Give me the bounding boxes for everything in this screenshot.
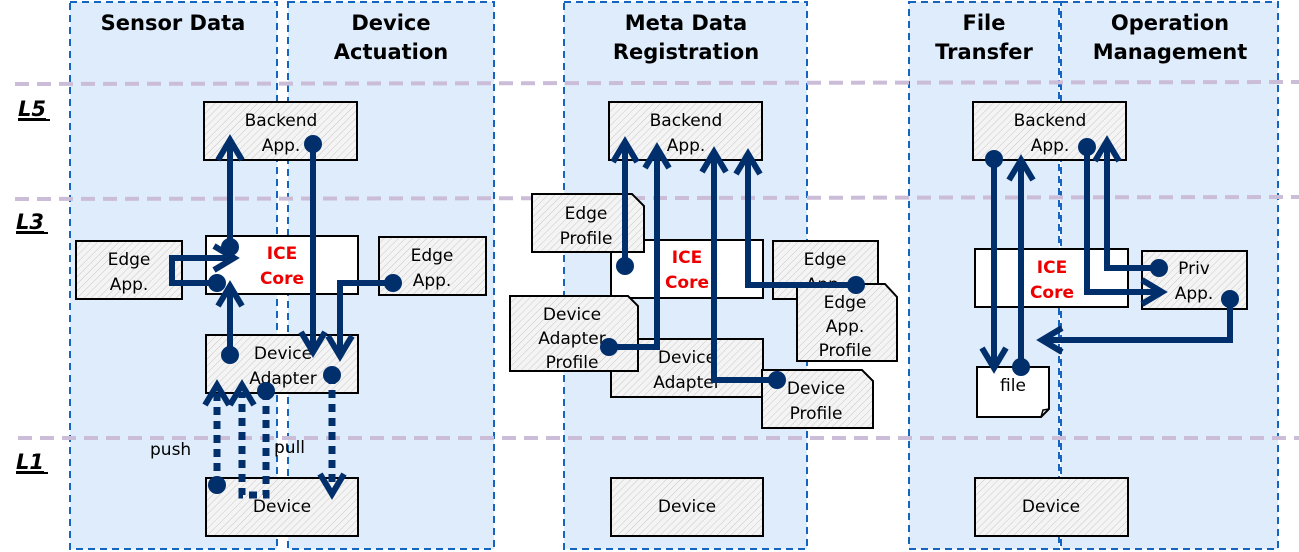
flow-dot [600,338,618,356]
pull-label: pull [274,438,305,458]
backend-app-label-2: App. [262,136,301,156]
layer-label-l1: L1 [16,450,44,474]
ice-core-label-1: ICE [672,248,702,268]
backend-app-label-2: App. [1031,136,1070,156]
device-adapter-label-2: Adapter [653,373,720,393]
backend-app-label-1: Backend [245,111,318,131]
layer-labels: L5 L3 L1 [16,97,50,474]
edge-app-profile-label-3: Profile [819,341,872,361]
device-adapter-profile-doc[interactable]: Device Adapter Profile [509,295,639,373]
column-title-meta-data-1: Meta Data [625,11,747,35]
backend-app-label-1: Backend [1014,111,1087,131]
architecture-diagram: Sensor Data Device Actuation Meta Data R… [14,1,1299,550]
flow-dot [768,371,786,389]
flow-dot [221,346,239,364]
device-adapter-profile-label-2: Adapter [538,329,605,349]
priv-app-label-2: App. [1175,284,1214,304]
flow-dot [1078,138,1096,156]
backend-app-label-1: Backend [650,111,723,131]
ice-core-label-2: Core [260,269,304,289]
edge-profile-label-2: Profile [560,229,613,249]
column-title-operation-1: Operation [1111,11,1229,35]
column-title-sensor-data: Sensor Data [101,11,246,35]
column-title-file-transfer-2: Transfer [935,40,1033,64]
edge-app-profile-label-2: App. [826,317,865,337]
backend-app-box-1[interactable]: Backend App. [203,101,358,161]
column-title-meta-data-2: Registration [613,40,759,64]
edge-profile-label-1: Edge [565,204,608,224]
edge-app-box-sensor[interactable]: Edge App. [75,240,183,300]
flow-dot [985,150,1003,168]
column-title-operation-2: Management [1093,40,1248,64]
ice-core-label-1: ICE [1037,258,1067,278]
ice-core-label-1: ICE [267,244,297,264]
layer-label-l5: L5 [18,97,46,121]
file-label: file [1000,376,1026,396]
edge-app-label-1: Edge [411,246,454,266]
device-profile-label-1: Device [787,379,845,399]
edge-app-label-2: App. [413,271,452,291]
edge-app-label-2: App. [110,275,149,295]
device-box-3[interactable]: Device [974,477,1129,537]
flow-dot [616,257,634,275]
flow-dot [1150,259,1168,277]
device-label: Device [1022,497,1080,517]
edge-app-label-1: Edge [108,250,151,270]
flow-dot [1012,358,1030,376]
push-label: push [150,440,191,460]
layer-label-l3: L3 [16,210,44,234]
device-box-2[interactable]: Device [610,477,764,537]
ice-core-label-2: Core [665,273,709,293]
device-profile-label-2: Profile [790,404,843,424]
flow-dot [847,276,865,294]
device-adapter-profile-label-1: Device [543,305,601,325]
backend-app-label-2: App. [667,136,706,156]
device-adapter-profile-label-3: Profile [546,353,599,373]
flow-dot [257,382,275,400]
device-label: Device [658,497,716,517]
ice-core-label-2: Core [1030,283,1074,303]
priv-app-label-1: Priv [1178,259,1210,279]
flow-dot [304,135,322,153]
flow-dot [384,274,402,292]
edge-app-profile-doc[interactable]: Edge App. Profile [796,283,898,362]
column-title-device-actuation-2: Actuation [334,40,448,64]
edge-app-profile-label-1: Edge [824,293,867,313]
column-title-file-transfer-1: File [963,11,1006,35]
flow-dot [208,274,226,292]
flow-dot [323,366,341,384]
file-doc[interactable]: file [976,366,1050,418]
device-adapter-label-1: Device [254,344,312,364]
flow-dot [208,476,226,494]
flow-dot [1221,290,1239,308]
column-title-device-actuation-1: Device [351,11,430,35]
edge-app-label-1: Edge [804,250,847,270]
device-label: Device [253,497,311,517]
device-adapter-label-1: Device [658,348,716,368]
